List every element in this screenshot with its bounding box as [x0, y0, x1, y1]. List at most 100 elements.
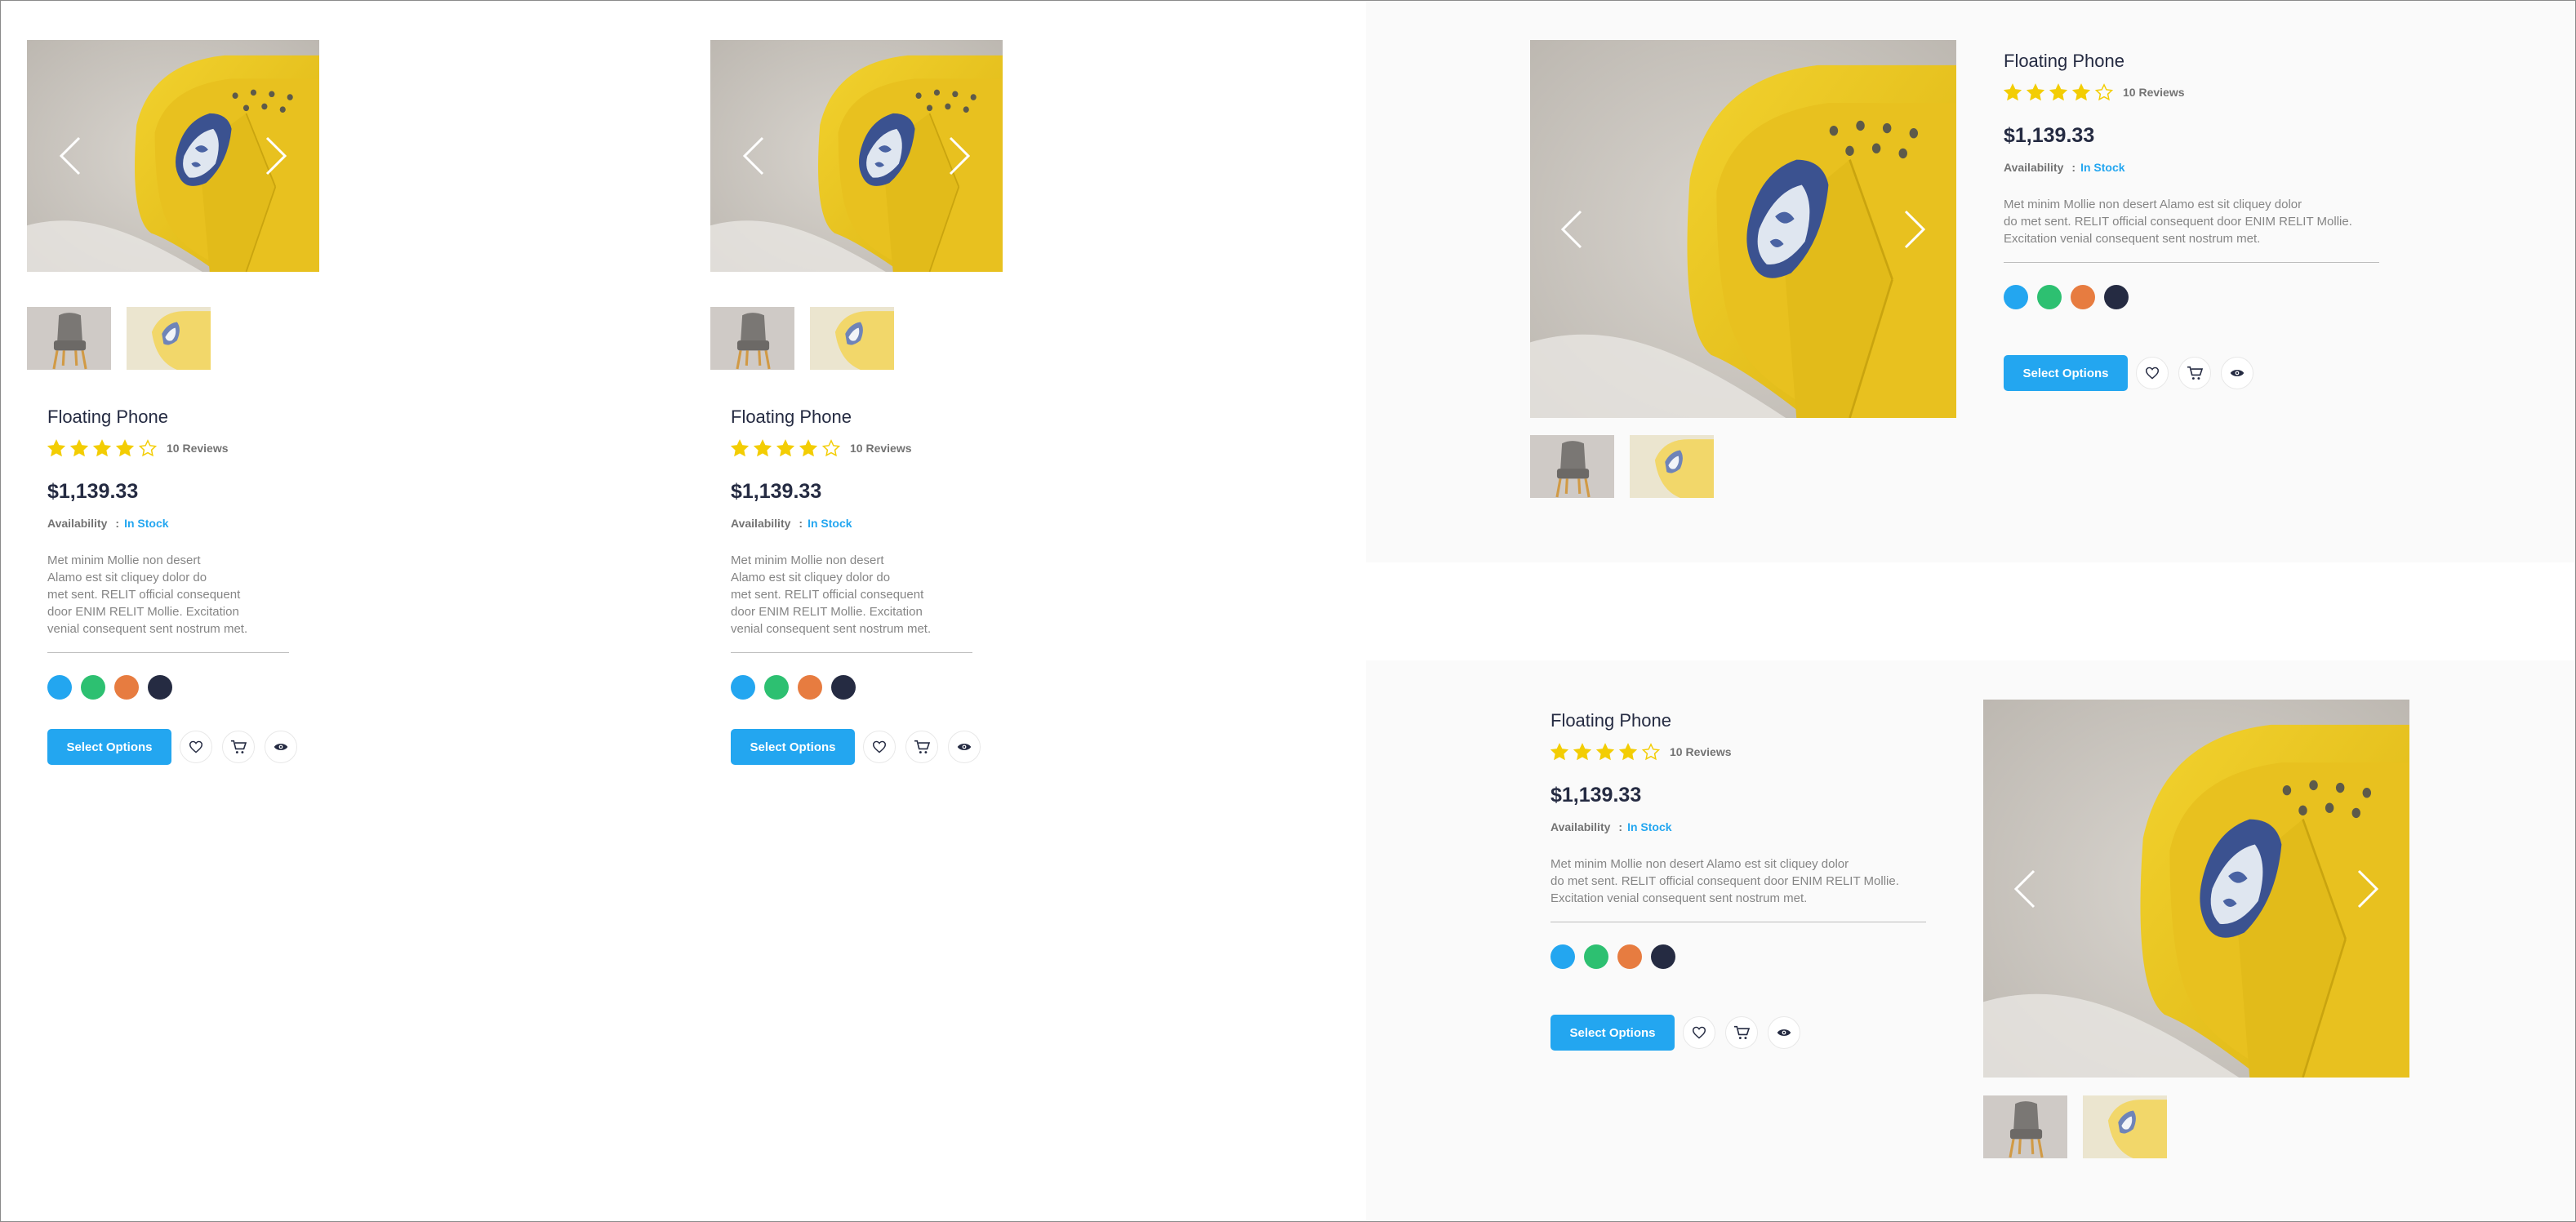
prev-arrow-icon[interactable] — [60, 136, 81, 176]
star-filled-icon — [2004, 83, 2022, 101]
thumbnail-sofa[interactable] — [1630, 435, 1714, 498]
next-arrow-icon[interactable] — [265, 136, 287, 176]
cart-button[interactable] — [1725, 1016, 1758, 1049]
color-swatch-3[interactable] — [798, 675, 822, 700]
color-swatch-3[interactable] — [2071, 285, 2095, 309]
star-filled-icon — [70, 439, 88, 457]
color-swatch-4[interactable] — [831, 675, 856, 700]
cart-button[interactable] — [222, 731, 255, 763]
color-swatches — [1550, 944, 1684, 969]
color-swatch-1[interactable] — [1550, 944, 1575, 969]
availability: Availability: In Stock — [47, 517, 169, 530]
sofa-thumbnail-image — [127, 307, 211, 370]
color-swatch-2[interactable] — [2037, 285, 2062, 309]
thumbnail-sofa[interactable] — [810, 307, 894, 370]
color-swatch-2[interactable] — [81, 675, 105, 700]
next-arrow-icon[interactable] — [1904, 210, 1925, 249]
description-line: door ENIM RELIT Mollie. Excitation — [47, 605, 239, 619]
color-swatch-4[interactable] — [1651, 944, 1675, 969]
star-filled-icon — [2027, 83, 2044, 101]
next-arrow-icon[interactable] — [2357, 869, 2378, 909]
color-swatch-1[interactable] — [2004, 285, 2028, 309]
product-description: Met minim Mollie non desert Alamo est sit… — [47, 552, 247, 638]
sofa-thumbnail-image — [1630, 435, 1714, 498]
heart-icon — [2145, 367, 2160, 380]
sofa-photo — [1983, 700, 2409, 1078]
thumbnail-chair[interactable] — [1983, 1095, 2067, 1158]
heart-button[interactable] — [2136, 357, 2169, 389]
product-image-carousel[interactable] — [710, 40, 1003, 272]
description-line: Excitation venial consequent sent nostru… — [2004, 232, 2261, 246]
cart-button[interactable] — [905, 731, 938, 763]
select-options-button[interactable]: Select Options — [47, 729, 171, 765]
prev-arrow-icon[interactable] — [1561, 210, 1582, 249]
select-options-button[interactable]: Select Options — [2004, 355, 2128, 391]
product-title[interactable]: Floating Phone — [2004, 51, 2124, 72]
description-line: Met minim Mollie non desert — [731, 553, 884, 567]
star-filled-icon — [1550, 743, 1568, 761]
review-count[interactable]: 10 Reviews — [167, 442, 229, 455]
product-title[interactable]: Floating Phone — [731, 407, 852, 428]
eye-button[interactable] — [265, 731, 297, 763]
cart-button[interactable] — [2178, 357, 2211, 389]
star-filled-icon — [47, 439, 65, 457]
description-line: met sent. RELIT official consequent — [47, 588, 241, 602]
availability-label: Availability — [731, 517, 791, 530]
chair-thumbnail-image — [27, 307, 111, 370]
prev-arrow-icon[interactable] — [2014, 869, 2035, 909]
thumbnail-chair[interactable] — [27, 307, 111, 370]
heart-button[interactable] — [1683, 1016, 1715, 1049]
review-count[interactable]: 10 Reviews — [850, 442, 912, 455]
review-count[interactable]: 10 Reviews — [1670, 745, 1732, 758]
color-swatch-4[interactable] — [2104, 285, 2129, 309]
rating-stars: 10 Reviews — [731, 439, 912, 457]
product-card-3: Floating Phone 10 Reviews $1,139.33 Availab… — [1366, 0, 2576, 562]
product-title[interactable]: Floating Phone — [47, 407, 168, 428]
star-filled-icon — [1596, 743, 1614, 761]
color-swatch-2[interactable] — [1584, 944, 1608, 969]
product-card-4: Floating Phone 10 Reviews $1,139.33 Availab… — [1366, 660, 2576, 1222]
sofa-thumbnail-image — [810, 307, 894, 370]
heart-button[interactable] — [863, 731, 896, 763]
color-swatch-1[interactable] — [731, 675, 755, 700]
eye-button[interactable] — [1768, 1016, 1800, 1049]
prev-arrow-icon[interactable] — [743, 136, 764, 176]
product-image-carousel[interactable] — [1983, 700, 2409, 1078]
description-line: Alamo est sit cliquey dolor do — [731, 571, 891, 584]
thumbnail-chair[interactable] — [710, 307, 794, 370]
thumbnail-chair[interactable] — [1530, 435, 1614, 498]
product-info: Floating Phone 10 Reviews $1,139.33 Availab… — [1550, 710, 2008, 1086]
color-swatches — [731, 675, 865, 700]
product-title[interactable]: Floating Phone — [1550, 710, 1671, 731]
product-image-carousel[interactable] — [1530, 40, 1956, 418]
description-line: do met sent. RELIT official consequent d… — [2004, 215, 2352, 229]
star-filled-icon — [93, 439, 111, 457]
thumbnail-sofa[interactable] — [2083, 1095, 2167, 1158]
description-line: door ENIM RELIT Mollie. Excitation — [731, 605, 923, 619]
star-outline-icon — [1642, 743, 1660, 761]
product-card-2: Floating Phone 10 Reviews $1,139.33 Availab… — [683, 0, 1026, 800]
product-actions: Select Options — [731, 729, 990, 765]
description-line: Met minim Mollie non desert — [47, 553, 201, 567]
eye-button[interactable] — [948, 731, 981, 763]
eye-button[interactable] — [2221, 357, 2253, 389]
product-image-carousel[interactable] — [27, 40, 319, 272]
eye-icon — [274, 741, 288, 753]
thumbnail-sofa[interactable] — [127, 307, 211, 370]
chair-thumbnail-image — [710, 307, 794, 370]
color-swatch-4[interactable] — [148, 675, 172, 700]
select-options-button[interactable]: Select Options — [731, 729, 855, 765]
divider — [2004, 262, 2379, 263]
star-outline-icon — [2095, 83, 2113, 101]
color-swatch-3[interactable] — [114, 675, 139, 700]
color-swatch-2[interactable] — [764, 675, 789, 700]
product-description: Met minim Mollie non desert Alamo est si… — [2004, 196, 2352, 247]
select-options-button[interactable]: Select Options — [1550, 1015, 1675, 1051]
color-swatches — [2004, 285, 2138, 309]
heart-button[interactable] — [180, 731, 212, 763]
color-swatch-3[interactable] — [1617, 944, 1642, 969]
star-filled-icon — [799, 439, 817, 457]
color-swatch-1[interactable] — [47, 675, 72, 700]
next-arrow-icon[interactable] — [949, 136, 970, 176]
review-count[interactable]: 10 Reviews — [2123, 86, 2185, 99]
